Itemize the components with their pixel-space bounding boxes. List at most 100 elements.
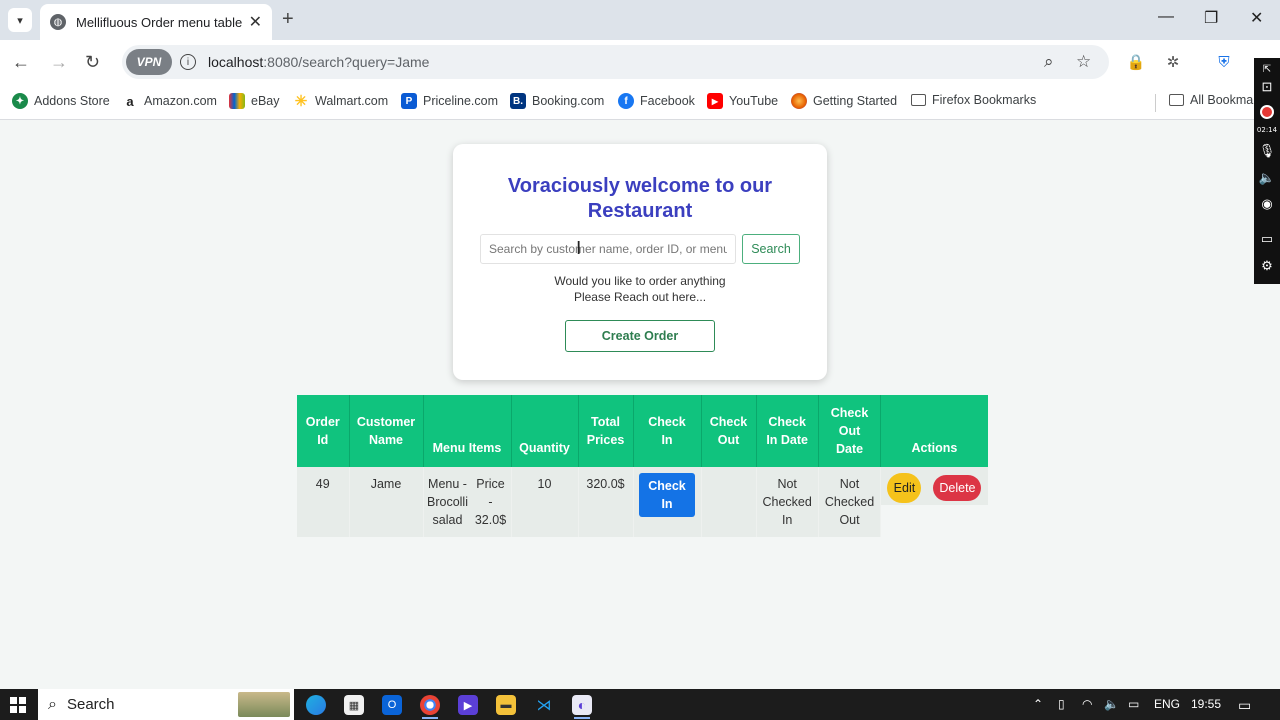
language-indicator[interactable]: ENG [1154, 697, 1180, 711]
url-path: :8080/search?query=Jame [263, 54, 430, 70]
bookmarks-bar: ✦ Addons Store a Amazon.com eBay ✳ Walmart.… [0, 86, 1280, 120]
bookmark-label: Walmart.com [315, 94, 389, 108]
folder-icon [1169, 94, 1184, 106]
bookmark-label: Booking.com [532, 94, 605, 108]
firefox-icon [791, 93, 807, 109]
minimize-icon[interactable]: — [1158, 8, 1174, 26]
ebay-icon [229, 93, 245, 109]
header-order-id: Order Id [297, 395, 350, 467]
bookmark-youtube[interactable]: ▶ YouTube [707, 93, 778, 109]
menu-item-name: Menu - Brocolli salad [427, 477, 468, 527]
outlook-icon[interactable]: O [382, 695, 402, 715]
taskbar-search-box[interactable]: ⌕ Search [38, 689, 294, 720]
tab-bar: ▾ ◍ Mellifluous Order menu table ✕ + — ❐… [0, 0, 1280, 40]
edit-button[interactable]: Edit [887, 473, 922, 503]
password-lock-icon[interactable]: 🔒 [1126, 52, 1146, 72]
windows-taskbar: ⌕ Search ▦ O ▶ ▬ ⋊ ◐ ⌃ ▯ ◠ 🔈 ▭ ENG 19:55… [0, 689, 1280, 720]
tab-title: Mellifluous Order menu table [76, 14, 243, 30]
bookmark-label: Firefox Bookmarks [932, 93, 1037, 107]
new-tab-plus-icon[interactable]: + [282, 8, 294, 31]
wifi-icon[interactable]: ◠ [1082, 697, 1092, 711]
forward-arrow-icon[interactable]: → [50, 52, 68, 73]
window-icon[interactable]: ▭ [1258, 230, 1276, 248]
bookmark-label: Amazon.com [144, 94, 217, 108]
tab-list-chevron-icon[interactable]: ▾ [8, 8, 32, 32]
create-order-button[interactable]: Create Order [565, 320, 715, 352]
bookmark-addons-store[interactable]: ✦ Addons Store [12, 93, 110, 109]
browser-toolbar: ← → ↻ VPN i localhost:8080/search?query=… [0, 40, 1280, 86]
facebook-icon: f [618, 93, 634, 109]
app-launcher-icon[interactable]: ▶ [458, 695, 478, 715]
site-info-icon[interactable]: i [180, 54, 196, 70]
speaker-icon[interactable]: 🔈 [1258, 169, 1276, 187]
close-window-icon[interactable]: ✕ [1250, 8, 1263, 28]
search-highlight-image [238, 692, 290, 717]
usb-device-icon[interactable]: ▯ [1058, 697, 1065, 711]
bookmark-firefox-bookmarks[interactable]: Firefox Bookmarks [911, 93, 1036, 107]
chrome-icon[interactable] [420, 695, 440, 715]
show-hidden-icons-chevron-icon[interactable]: ⌃ [1033, 697, 1043, 711]
eclipse-icon[interactable]: ◐ [572, 695, 592, 715]
notifications-icon[interactable]: ▭ [1238, 697, 1251, 714]
vpn-badge[interactable]: VPN [126, 49, 172, 75]
search-button[interactable]: Search [742, 234, 800, 264]
delete-button[interactable]: Delete [933, 475, 982, 501]
bookmark-label: Facebook [640, 94, 695, 108]
record-icon[interactable] [1258, 103, 1276, 121]
bookmark-label: YouTube [729, 94, 779, 108]
addons-icon: ✦ [12, 93, 28, 109]
shield-icon[interactable]: ⛨ [1214, 52, 1234, 72]
check-in-button[interactable]: Check In [639, 473, 695, 517]
bookmark-booking[interactable]: B. Booking.com [510, 93, 604, 109]
microphone-icon[interactable]: 🎙 [1258, 142, 1276, 160]
bookmark-getting-started[interactable]: Getting Started [791, 93, 897, 109]
bookmarks-divider [1155, 94, 1156, 112]
tab-close-icon[interactable]: ✕ [249, 12, 262, 32]
cell-check-out-date: Not Checked Out [818, 467, 882, 537]
camera-icon[interactable]: ⊡ [1258, 78, 1276, 96]
title-line-1: Voraciously welcome to our [507, 175, 773, 197]
menu-item-price: Price - 32.0$ [474, 477, 507, 527]
screen-recorder-toolbar: ⇱ ⊡ 02:14 🎙 🔈 ◉ ▭ ⚙ [1254, 58, 1280, 284]
bookmark-star-icon[interactable]: ☆ [1076, 52, 1091, 72]
cell-order-id: 49 [297, 467, 350, 537]
bookmark-label: eBay [251, 94, 280, 108]
extensions-puzzle-icon[interactable]: ✲ [1163, 52, 1183, 72]
back-arrow-icon[interactable]: ← [12, 52, 30, 73]
vscode-icon[interactable]: ⋊ [534, 695, 554, 715]
header-total-prices: Total Prices [578, 395, 634, 467]
recording-time: 02:14 [1256, 126, 1278, 134]
edge-icon[interactable] [306, 695, 326, 715]
webcam-icon[interactable]: ◉ [1258, 195, 1276, 213]
address-bar[interactable]: VPN i localhost:8080/search?query=Jame ⌕… [122, 45, 1109, 79]
file-explorer-icon[interactable]: ▬ [496, 695, 516, 715]
settings-gear-icon[interactable]: ⚙ [1258, 257, 1276, 275]
reload-icon[interactable]: ↻ [85, 52, 100, 73]
pin-icon[interactable]: ⇱ [1258, 60, 1276, 78]
table-row: 49 Jame Menu - Brocolli salad Price - 32… [297, 467, 988, 537]
table-header-row: Order Id Customer Name Menu Items Quantity… [297, 395, 988, 467]
zoom-search-icon[interactable]: ⌕ [1044, 52, 1054, 72]
bookmark-priceline[interactable]: P Priceline.com [401, 93, 498, 109]
welcome-card: Voraciously welcome to our Restaurant Se… [453, 144, 827, 380]
volume-icon[interactable]: 🔈 [1104, 697, 1119, 711]
clock[interactable]: 19:55 [1191, 697, 1221, 711]
bookmark-label: Priceline.com [423, 94, 499, 108]
bookmark-walmart[interactable]: ✳ Walmart.com [293, 93, 389, 110]
url-host: localhost [208, 54, 264, 70]
bookmark-label: Getting Started [813, 94, 898, 108]
bookmark-facebook[interactable]: f Facebook [618, 93, 695, 109]
search-input[interactable] [480, 234, 736, 264]
bookmark-ebay[interactable]: eBay [229, 93, 280, 109]
battery-icon[interactable]: ▭ [1128, 697, 1139, 711]
walmart-icon: ✳ [293, 93, 309, 110]
windows-start-icon[interactable] [10, 697, 26, 713]
prompt-line-2: Please Reach out here... [573, 289, 707, 304]
restore-icon[interactable]: ❐ [1204, 8, 1218, 28]
url-text[interactable]: localhost:8080/search?query=Jame [208, 54, 429, 70]
folder-icon [911, 94, 926, 106]
store-icon[interactable]: ▦ [344, 695, 364, 715]
bookmark-amazon[interactable]: a Amazon.com [122, 93, 217, 109]
header-actions: Actions [880, 395, 988, 467]
active-tab[interactable]: ◍ Mellifluous Order menu table ✕ [40, 4, 272, 40]
